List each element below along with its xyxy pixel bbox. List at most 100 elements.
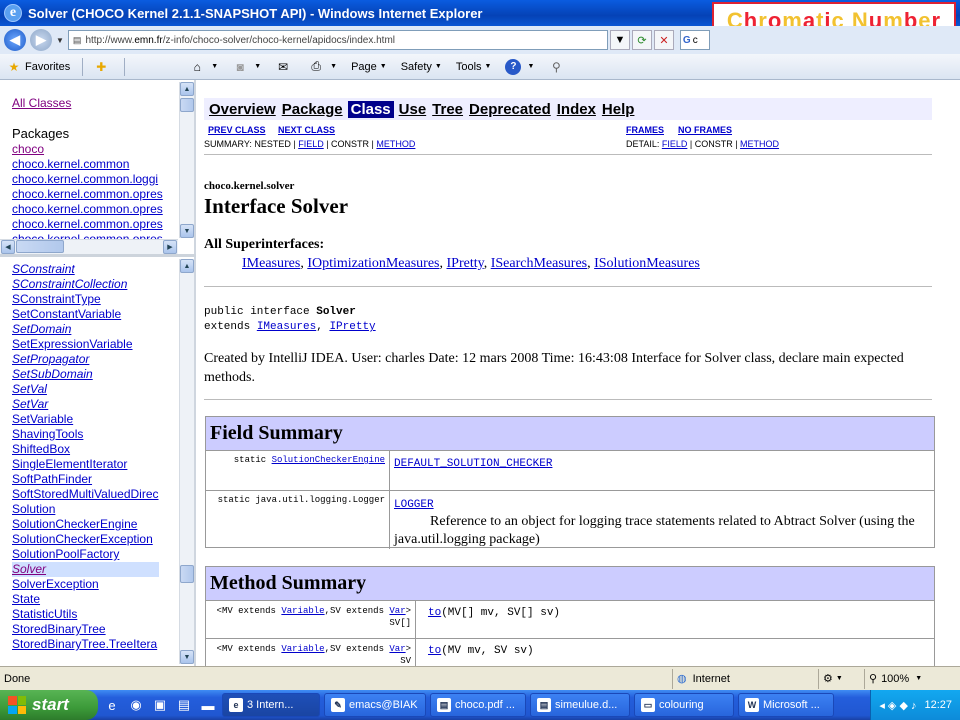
class-link[interactable]: SolutionCheckerException bbox=[12, 532, 159, 547]
extends-imeasures-link[interactable]: IMeasures bbox=[257, 321, 316, 333]
research-button[interactable]: ⚲ bbox=[548, 59, 567, 75]
var-link[interactable]: Var bbox=[389, 644, 405, 654]
address-bar[interactable]: ▤ http://www. emn.fr/z-info/choco-solver/… bbox=[67, 30, 608, 50]
class-link[interactable]: SoftPathFinder bbox=[12, 472, 159, 487]
extends-ipretty-link[interactable]: IPretty bbox=[329, 321, 375, 333]
scroll-thumb[interactable] bbox=[180, 98, 194, 112]
tools-menu[interactable]: Tools ▼ bbox=[456, 61, 492, 73]
home-button[interactable]: ⌂ ▼ bbox=[189, 59, 219, 75]
solution-checker-engine-link[interactable]: SolutionCheckerEngine bbox=[272, 455, 385, 465]
history-dropdown-icon[interactable]: ▼ bbox=[56, 36, 64, 45]
taskbar-button[interactable]: ▭ colouring bbox=[634, 693, 734, 717]
class-link[interactable]: SetSubDomain bbox=[12, 367, 159, 382]
superinterface-link[interactable]: ISolutionMeasures bbox=[594, 256, 700, 271]
taskbar-button[interactable]: ▤ simeulue.d... bbox=[530, 693, 630, 717]
scroll-thumb[interactable] bbox=[16, 240, 64, 253]
class-link[interactable]: StoredBinaryTree.TreeItera bbox=[12, 637, 159, 652]
class-link[interactable]: Solution bbox=[12, 502, 159, 517]
class-link[interactable]: SConstraintType bbox=[12, 292, 159, 307]
start-button[interactable]: start bbox=[0, 690, 98, 720]
class-link[interactable]: State bbox=[12, 592, 159, 607]
tray-icons[interactable]: ◂ ◈ ◆ ♪ bbox=[879, 699, 916, 712]
folder-quicklaunch-icon[interactable]: ▬ bbox=[198, 695, 218, 715]
package-link[interactable]: choco.kernel.common.opres bbox=[12, 202, 163, 217]
var-link[interactable]: Var bbox=[389, 606, 405, 616]
nav-use[interactable]: Use bbox=[398, 101, 428, 118]
class-link[interactable]: SolutionCheckerEngine bbox=[12, 517, 159, 532]
variable-link[interactable]: Variable bbox=[281, 644, 324, 654]
taskbar-button[interactable]: ✎ emacs@BIAK bbox=[324, 693, 426, 717]
class-link[interactable]: SConstraint bbox=[12, 262, 159, 277]
class-link[interactable]: SetExpressionVariable bbox=[12, 337, 159, 352]
nav-deprecated[interactable]: Deprecated bbox=[468, 101, 552, 118]
address-dropdown-icon[interactable]: ▼ bbox=[609, 30, 630, 50]
detail-method-link[interactable]: METHOD bbox=[740, 139, 779, 149]
variable-link[interactable]: Variable bbox=[281, 606, 324, 616]
class-link[interactable]: Solver bbox=[12, 562, 159, 577]
superinterface-link[interactable]: IPretty bbox=[447, 256, 484, 271]
method-to-link[interactable]: to bbox=[420, 607, 441, 619]
class-link[interactable]: StatisticUtils bbox=[12, 607, 159, 622]
nav-help[interactable]: Help bbox=[601, 101, 636, 118]
class-link[interactable]: SetConstantVariable bbox=[12, 307, 159, 322]
package-link[interactable]: choco.kernel.common.opres bbox=[12, 187, 163, 202]
nav-index[interactable]: Index bbox=[556, 101, 597, 118]
class-link[interactable]: SingleElementIterator bbox=[12, 457, 159, 472]
class-link[interactable]: SolutionPoolFactory bbox=[12, 547, 159, 562]
package-link[interactable]: choco.kernel.common bbox=[12, 157, 163, 172]
class-link[interactable]: SolverException bbox=[12, 577, 159, 592]
summary-field-link[interactable]: FIELD bbox=[298, 139, 324, 149]
nav-package[interactable]: Package bbox=[281, 101, 344, 118]
default-solution-checker-link[interactable]: DEFAULT_SOLUTION_CHECKER bbox=[394, 458, 552, 470]
terminal-quicklaunch-icon[interactable]: ▣ bbox=[150, 695, 170, 715]
class-link[interactable]: SetVariable bbox=[12, 412, 159, 427]
next-class-link[interactable]: NEXT CLASS bbox=[278, 125, 335, 135]
class-link[interactable]: SetPropagator bbox=[12, 352, 159, 367]
stop-icon[interactable]: ✕ bbox=[653, 30, 674, 50]
app-quicklaunch-icon[interactable]: ◉ bbox=[126, 695, 146, 715]
class-link[interactable]: SetDomain bbox=[12, 322, 159, 337]
scroll-down-icon[interactable]: ▼ bbox=[180, 224, 194, 238]
search-input[interactable]: Gc bbox=[679, 30, 710, 50]
package-link[interactable]: choco bbox=[12, 142, 163, 157]
logger-link[interactable]: LOGGER bbox=[394, 499, 434, 511]
ie-quicklaunch-icon[interactable]: e bbox=[102, 695, 122, 715]
scroll-up-icon[interactable]: ▲ bbox=[180, 82, 194, 96]
superinterface-link[interactable]: IMeasures bbox=[242, 256, 300, 271]
feeds-button[interactable]: ◙ ▼ bbox=[232, 59, 262, 75]
frames-link[interactable]: FRAMES bbox=[626, 125, 664, 135]
class-link[interactable]: StoredBinaryTree bbox=[12, 622, 159, 637]
scroll-up-icon[interactable]: ▲ bbox=[180, 259, 194, 273]
protected-mode-indicator[interactable]: ⚙ ▼ bbox=[818, 668, 864, 689]
favorites-button[interactable]: ★ Favorites bbox=[6, 59, 71, 75]
scroll-left-icon[interactable]: ◀ bbox=[1, 240, 15, 254]
no-frames-link[interactable]: NO FRAMES bbox=[678, 125, 732, 135]
explorer-quicklaunch-icon[interactable]: ▤ bbox=[174, 695, 194, 715]
safety-menu[interactable]: Safety ▼ bbox=[401, 61, 442, 73]
class-link[interactable]: ShavingTools bbox=[12, 427, 159, 442]
zone-indicator[interactable]: ◍ Internet bbox=[672, 668, 818, 689]
refresh-icon[interactable]: ⟳ bbox=[631, 30, 652, 50]
summary-method-link[interactable]: METHOD bbox=[376, 139, 415, 149]
package-link[interactable]: choco.kernel.common.opres bbox=[12, 217, 163, 232]
package-vertical-scrollbar[interactable]: ▲ ▼ bbox=[179, 82, 194, 238]
package-link[interactable]: choco.kernel.common.loggi bbox=[12, 172, 163, 187]
taskbar-button[interactable]: ▤ choco.pdf ... bbox=[430, 693, 526, 717]
scroll-thumb[interactable] bbox=[180, 565, 194, 583]
nav-overview[interactable]: Overview bbox=[208, 101, 277, 118]
scroll-right-icon[interactable]: ▶ bbox=[163, 240, 177, 254]
taskbar-button[interactable]: W Microsoft ... bbox=[738, 693, 834, 717]
mail-button[interactable]: ✉ bbox=[275, 59, 294, 75]
favorites-center-button[interactable]: ✚ bbox=[93, 59, 112, 75]
superinterface-link[interactable]: IOptimizationMeasures bbox=[307, 256, 439, 271]
page-menu[interactable]: Page ▼ bbox=[351, 61, 387, 73]
taskbar-button[interactable]: e3 Intern... bbox=[222, 693, 320, 717]
class-link[interactable]: SetVal bbox=[12, 382, 159, 397]
method-to-link[interactable]: to bbox=[420, 645, 441, 657]
help-button[interactable]: ? ▼ bbox=[505, 58, 534, 75]
package-horizontal-scrollbar[interactable]: ◀ ▶ bbox=[0, 239, 178, 254]
scroll-down-icon[interactable]: ▼ bbox=[180, 650, 194, 664]
back-button[interactable]: ◀ bbox=[4, 29, 26, 51]
print-button[interactable]: ⎙ ▼ bbox=[308, 59, 337, 75]
class-link[interactable]: SoftStoredMultiValuedDirec bbox=[12, 487, 159, 502]
